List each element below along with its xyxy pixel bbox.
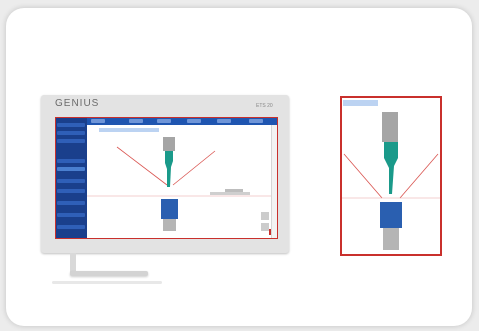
detail-guide-right [399, 153, 439, 199]
guide-line-right [172, 150, 216, 186]
monitor-screen [55, 117, 278, 239]
monitor-stand-neck [70, 253, 76, 273]
backgauge-finger [225, 189, 243, 192]
zoom-detail-panel [340, 96, 442, 256]
punch-holder [163, 137, 175, 151]
punch-tool-icon [165, 151, 173, 187]
side-widget[interactable] [261, 212, 269, 220]
backgauge-bar [210, 192, 250, 195]
detail-die-icon [380, 202, 402, 228]
monitor-stand-shadow [52, 281, 162, 284]
monitor-stand-base [70, 271, 148, 276]
detail-punch-icon [384, 142, 398, 194]
side-widget[interactable] [261, 223, 269, 231]
model-label: ETS 20 [256, 103, 273, 109]
detail-bending-view [342, 112, 440, 250]
detail-die-holder [383, 228, 399, 250]
die-holder [163, 219, 176, 231]
detail-guide-left [343, 153, 383, 199]
detail-punch-holder [382, 112, 398, 142]
die-block-icon [161, 199, 178, 219]
brand-logo: GENIUS [55, 98, 100, 109]
bending-view [87, 137, 278, 235]
right-edge-bar [271, 125, 278, 239]
guide-line-left [116, 146, 168, 186]
